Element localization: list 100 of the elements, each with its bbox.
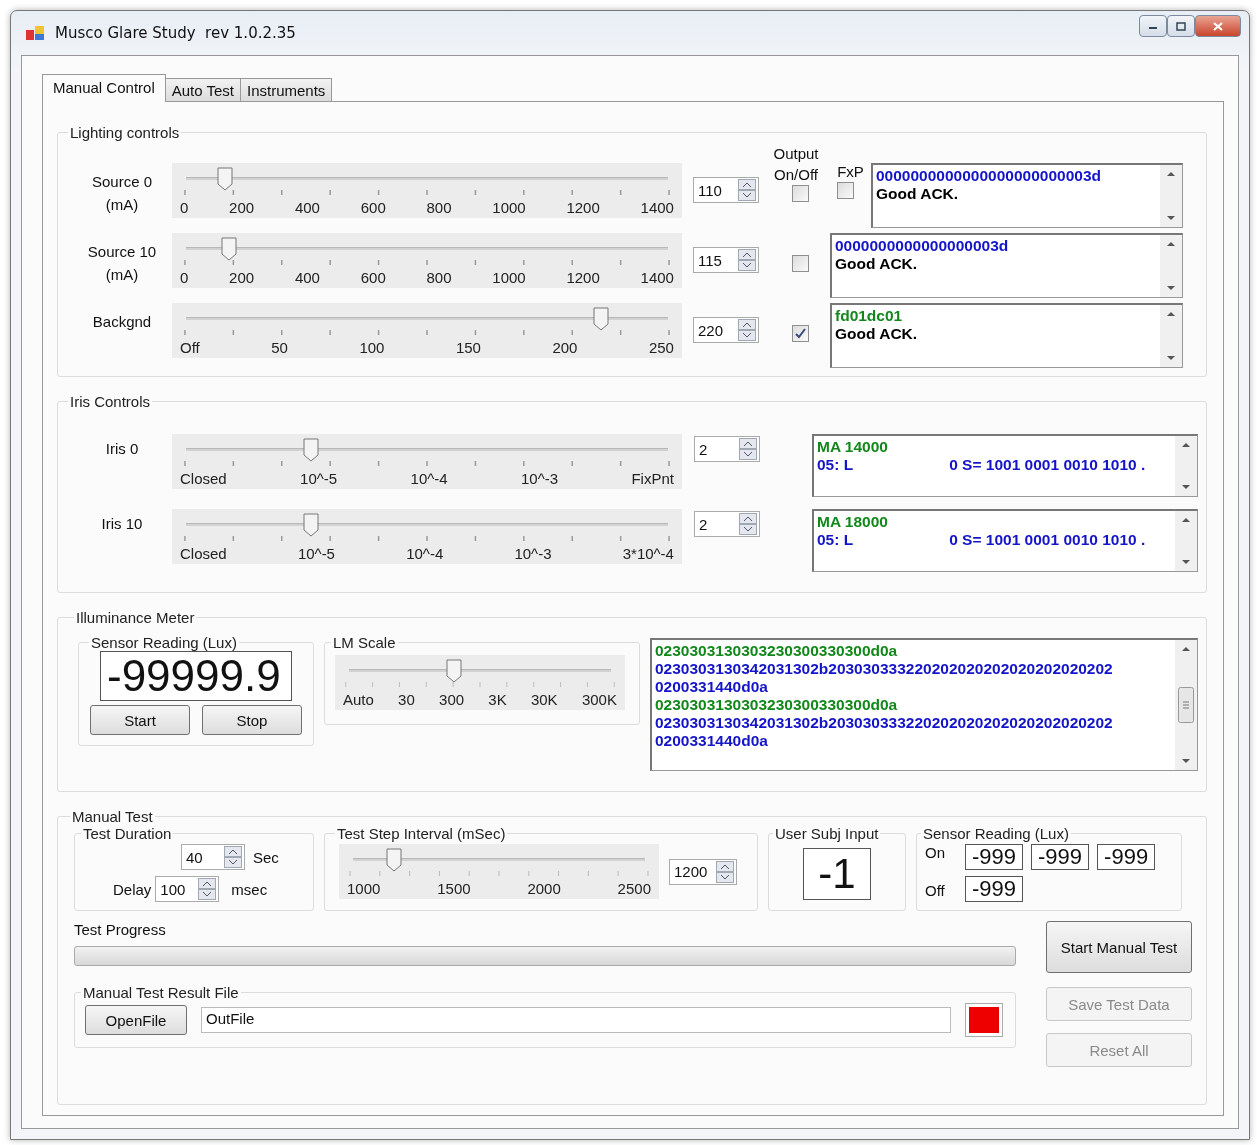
slider[interactable]: 1000 1500 2000 2500 xyxy=(339,844,659,899)
scale-label: 30 xyxy=(398,691,415,708)
spinner-icon[interactable] xyxy=(224,846,242,868)
scale-label: 250 xyxy=(648,339,674,356)
log-box[interactable]: 0000000000000000003d Good ACK. xyxy=(830,233,1183,298)
close-button[interactable] xyxy=(1195,15,1241,37)
action-button[interactable]: Start Manual Test xyxy=(1046,921,1192,974)
scale-label: 1500 xyxy=(437,880,471,897)
slider[interactable]: Off 50 100 150 200 250 xyxy=(172,303,682,358)
row-label: Iris 0 xyxy=(105,440,139,457)
scrollbar[interactable] xyxy=(1175,511,1197,571)
scroll-down-icon[interactable] xyxy=(1166,355,1176,361)
scale-label: 1000 xyxy=(492,199,526,216)
spinner-icon[interactable] xyxy=(738,179,756,201)
spinner-icon[interactable] xyxy=(198,878,217,900)
slider[interactable]: 0 200 400 600 800 1000 1200 1400 xyxy=(172,163,682,218)
number-field[interactable]: 2 xyxy=(694,436,760,462)
spinner-icon[interactable] xyxy=(739,438,757,460)
checkbox[interactable] xyxy=(791,185,809,202)
group-title: Sensor Reading (Lux) xyxy=(90,634,238,651)
slider-thumb[interactable] xyxy=(216,167,233,191)
log-box[interactable]: MA 18000 05: L 0 S= 1001 0001 0010 1010 . xyxy=(812,509,1198,572)
slider[interactable]: 0 200 400 600 800 1000 1200 1400 xyxy=(172,233,682,288)
log-box[interactable]: MA 14000 05: L 0 S= 1001 0001 0010 1010 . xyxy=(812,434,1198,497)
label: FxP xyxy=(837,163,864,180)
group-title: Test Duration xyxy=(82,825,173,842)
scroll-up-icon[interactable] xyxy=(1166,171,1176,177)
tab[interactable]: Auto Test xyxy=(164,78,241,102)
scroll-down-icon[interactable] xyxy=(1166,285,1176,291)
spinner-icon[interactable] xyxy=(738,319,756,341)
unit-label: msec xyxy=(231,880,268,898)
maximize-icon xyxy=(1176,21,1186,31)
scale-label: 10^-5 xyxy=(300,470,338,487)
slider-thumb[interactable] xyxy=(303,438,320,462)
scroll-up-icon[interactable] xyxy=(1166,311,1176,317)
scroll-down-icon[interactable] xyxy=(1181,484,1191,490)
checkbox[interactable] xyxy=(837,182,855,199)
log-line: Good ACK. xyxy=(876,185,959,203)
scrollbar[interactable] xyxy=(1160,305,1182,367)
number-field[interactable]: 1200 xyxy=(669,858,737,885)
scrollbar[interactable] xyxy=(1160,235,1182,297)
row-label: Iris 10 xyxy=(101,515,143,532)
checkbox[interactable] xyxy=(791,325,809,342)
log-line: 0230303130342031302b203030333220202020202020202020202 xyxy=(655,714,1113,732)
scrollbar[interactable] xyxy=(1175,436,1197,496)
spinner-icon[interactable] xyxy=(739,513,757,535)
scroll-up-icon[interactable] xyxy=(1181,517,1191,523)
slider-thumb[interactable] xyxy=(445,659,462,683)
tab[interactable]: Manual Control xyxy=(42,74,166,102)
scroll-up-icon[interactable] xyxy=(1181,442,1191,448)
row-label: Off xyxy=(925,882,945,900)
number-field[interactable]: 40 xyxy=(181,844,245,870)
log-line: 0230303130303230300330300d0a xyxy=(655,642,898,660)
number-field[interactable]: 110 xyxy=(693,177,759,203)
action-button[interactable]: Start xyxy=(90,705,190,736)
scroll-thumb[interactable] xyxy=(1178,687,1194,723)
scale-label: 400 xyxy=(294,269,320,286)
number-field[interactable]: 115 xyxy=(693,247,759,273)
number-field[interactable]: 2 xyxy=(694,511,760,537)
slider[interactable]: Auto 30 300 3K 30K 300K xyxy=(335,655,625,710)
scale-label: 200 xyxy=(229,269,255,286)
slider[interactable]: Closed 10^-5 10^-4 10^-3 FixPnt xyxy=(172,434,682,489)
scrollbar[interactable] xyxy=(1175,640,1197,770)
open-file-button[interactable]: OpenFile xyxy=(85,1005,187,1036)
slider[interactable]: Closed 10^-5 10^-4 10^-3 3*10^-4 xyxy=(172,509,682,564)
group-title: Illuminance Meter xyxy=(75,609,196,626)
slider-thumb[interactable] xyxy=(385,848,402,872)
spinner-icon[interactable] xyxy=(716,860,734,883)
number-field[interactable]: 100 xyxy=(155,876,220,902)
file-field[interactable]: OutFile xyxy=(201,1007,951,1034)
log-line: 05: L xyxy=(817,456,854,474)
scale-label: 100 xyxy=(359,339,385,356)
scroll-up-icon[interactable] xyxy=(1181,646,1191,652)
maximize-button[interactable] xyxy=(1167,15,1195,37)
log-box[interactable]: fd01dc01 Good ACK. xyxy=(830,303,1183,368)
scrollbar[interactable] xyxy=(1160,165,1182,227)
slider-thumb[interactable] xyxy=(303,513,320,537)
group-title: Lighting controls xyxy=(69,124,181,141)
log-box[interactable]: 0000000000000000000000003d Good ACK. xyxy=(871,163,1183,228)
number-field[interactable]: 220 xyxy=(693,317,759,343)
log-box[interactable]: 0230303130303230300330300d0a 0230303130342031302b203030333220202020202020202020202 0200331440d0a 0230303130303230300330300d0a 0230303130342031302b203030333220202020202020202020202 0200331440d0a xyxy=(650,638,1198,771)
scroll-down-icon[interactable] xyxy=(1166,215,1176,221)
scroll-down-icon[interactable] xyxy=(1181,559,1191,565)
label: Test Progress xyxy=(74,921,167,939)
unit-label: (mA) xyxy=(105,266,139,283)
tab[interactable]: Instruments xyxy=(240,78,333,102)
checkbox[interactable] xyxy=(791,255,809,272)
scale-label: 600 xyxy=(360,269,386,286)
slider-thumb[interactable] xyxy=(592,307,609,331)
log-line: 0000000000000000000000003d xyxy=(876,167,1101,185)
scroll-down-icon[interactable] xyxy=(1181,758,1191,764)
minimize-button[interactable] xyxy=(1139,15,1167,37)
scale-label: 1000 xyxy=(492,269,526,286)
column-header: Output On/Off xyxy=(772,144,820,185)
readout: -999 xyxy=(1031,844,1090,871)
spinner-icon[interactable] xyxy=(738,249,756,271)
slider-thumb[interactable] xyxy=(221,237,238,261)
action-button[interactable]: Stop xyxy=(202,705,302,736)
scroll-up-icon[interactable] xyxy=(1166,241,1176,247)
scale-label: 200 xyxy=(552,339,578,356)
